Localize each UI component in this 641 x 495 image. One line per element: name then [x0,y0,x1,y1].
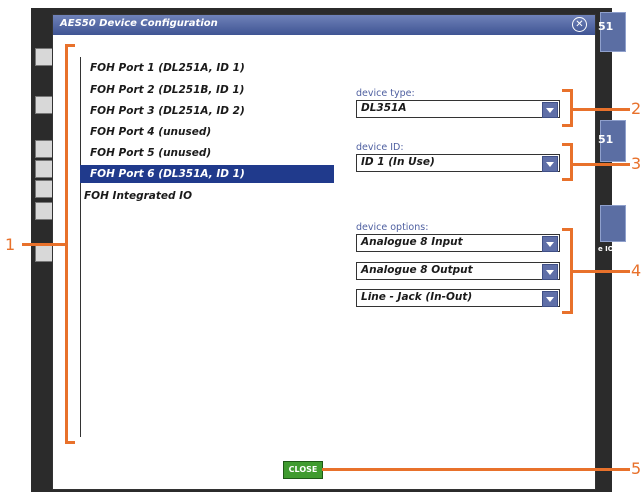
close-icon[interactable]: ✕ [572,17,587,32]
device-id-select[interactable]: ID 1 (In Use) [356,154,560,172]
callout-bracket-4 [562,311,572,314]
callout-bracket-2 [562,124,572,127]
close-button[interactable]: CLOSE [283,461,323,479]
device-option-value: Analogue 8 Input [361,236,463,248]
device-option-select-output[interactable]: Analogue 8 Output [356,262,560,280]
callout-line-3 [572,163,630,166]
chevron-down-icon[interactable] [542,236,558,252]
chevron-down-icon[interactable] [542,102,558,118]
chevron-down-icon[interactable] [542,291,558,307]
callout-line-5 [322,468,630,471]
callout-bracket-3 [570,143,573,181]
callout-bracket-4 [562,228,572,231]
device-options-label: device options: [356,222,429,233]
callout-bracket-2 [562,89,572,92]
port-list-item-selected[interactable]: FOH Port 6 (DL351A, ID 1) [80,165,334,183]
device-type-label: device type: [356,88,415,99]
port-list-item[interactable]: FOH Port 4 (unused) [90,126,211,138]
callout-number-3: 3 [631,154,641,173]
callout-bracket-3 [562,178,572,181]
callout-line-1 [22,243,67,246]
device-id-label: device ID: [356,142,404,153]
chevron-down-icon[interactable] [542,156,558,172]
background-text: 51 [598,20,614,33]
callout-bracket-1 [65,441,75,444]
callout-number-2: 2 [631,99,641,118]
callout-line-4 [572,270,630,273]
device-option-select-input[interactable]: Analogue 8 Input [356,234,560,252]
background-text: e IO [598,245,614,253]
port-list-divider [80,57,81,437]
callout-bracket-1 [65,44,75,47]
background-text: 51 [598,133,614,146]
device-id-value: ID 1 (In Use) [361,156,435,168]
callout-number-4: 4 [631,261,641,280]
callout-number-5: 5 [631,459,641,478]
device-type-select[interactable]: DL351A [356,100,560,118]
title-bar: AES50 Device Configuration ✕ [53,15,595,35]
port-list-item[interactable]: FOH Port 1 (DL251A, ID 1) [90,62,245,74]
port-list-item[interactable]: FOH Port 3 (DL251A, ID 2) [90,105,245,117]
device-option-value: Analogue 8 Output [361,264,473,276]
callout-line-2 [572,108,630,111]
device-option-select-connection[interactable]: Line - Jack (In-Out) [356,289,560,307]
dialog-title: AES50 Device Configuration [60,18,218,29]
port-list-item[interactable]: FOH Integrated IO [84,190,192,202]
callout-bracket-3 [562,143,572,146]
port-list-item[interactable]: FOH Port 5 (unused) [90,147,211,159]
callout-number-1: 1 [5,235,16,254]
chevron-down-icon[interactable] [542,264,558,280]
port-list-item[interactable]: FOH Port 2 (DL251B, ID 1) [90,84,244,96]
device-option-value: Line - Jack (In-Out) [361,291,473,303]
device-type-value: DL351A [361,102,407,114]
background-panel [600,205,626,242]
